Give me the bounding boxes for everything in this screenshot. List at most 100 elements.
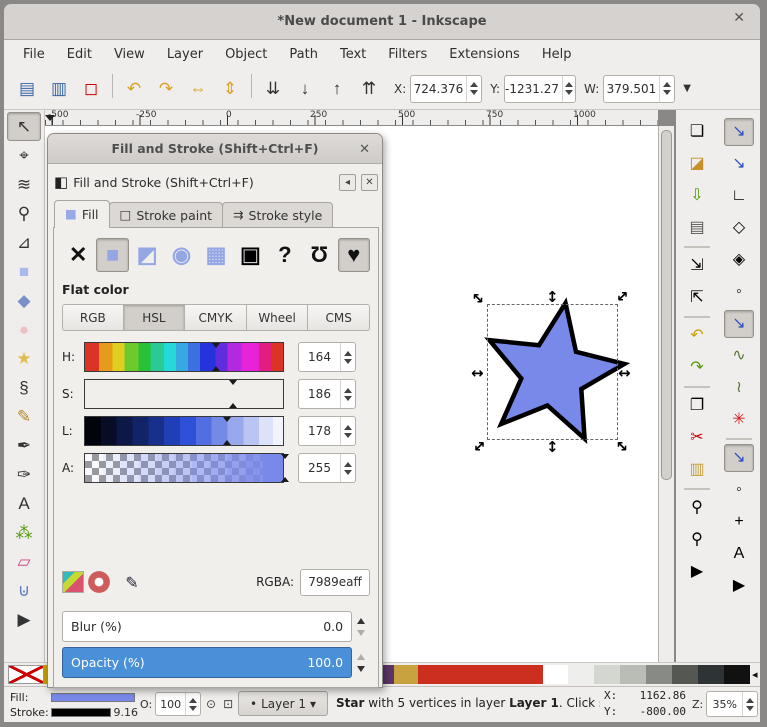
mode-hsl-button[interactable]: HSL <box>124 304 186 331</box>
slider-marker[interactable] <box>229 403 237 408</box>
toolbox-overflow[interactable]: ▶ <box>7 605 41 634</box>
pencil-tool[interactable]: ✎ <box>7 402 41 431</box>
eyedropper-icon[interactable]: ✐ <box>123 575 139 588</box>
tab-fill[interactable]: ■ Fill <box>54 200 110 228</box>
palette-swatch[interactable] <box>724 665 750 684</box>
spinner-arrows[interactable] <box>562 76 575 102</box>
menu-text[interactable]: Text <box>329 43 377 66</box>
slider-spinbox[interactable]: 186 <box>298 379 356 409</box>
node-tool[interactable]: ⌖ <box>7 141 41 170</box>
eraser-tool[interactable]: ▱ <box>7 547 41 576</box>
star-tool[interactable]: ★ <box>7 344 41 373</box>
spinner-arrows[interactable] <box>466 76 481 102</box>
rotate-cw-button[interactable]: ↷ <box>151 74 181 104</box>
snap-bbox-corners-toggle[interactable]: ◇ <box>724 214 754 242</box>
slider-marker[interactable] <box>281 454 289 459</box>
paint-bucket-tool[interactable]: ⊍ <box>7 576 41 605</box>
zoom-tool[interactable]: ⚲ <box>7 199 41 228</box>
raise-step-button[interactable]: ↑ <box>322 74 352 104</box>
snap-enable-toggle[interactable]: ↘ <box>724 118 754 146</box>
copy-button[interactable]: ❐ <box>682 392 712 420</box>
palette-swatch[interactable] <box>698 665 724 684</box>
cut-button[interactable]: ✂ <box>682 424 712 452</box>
color-slider-track[interactable] <box>84 342 284 372</box>
paint-none-button[interactable]: ✕ <box>62 238 94 272</box>
paint-linear-gradient-button[interactable]: ◩ <box>131 238 163 272</box>
color-slider-track[interactable] <box>84 453 284 483</box>
dock-prev-button[interactable]: ◂ <box>339 174 356 191</box>
palette-swatch[interactable] <box>620 665 646 684</box>
deselect-button[interactable]: ◻ <box>76 74 106 104</box>
spin-input[interactable]: 379.501 <box>603 75 675 103</box>
mode-rgb-button[interactable]: RGB <box>62 304 124 331</box>
mode-cmyk-button[interactable]: CMYK <box>185 304 247 331</box>
paint-flat-button[interactable]: ■ <box>96 238 128 272</box>
menu-path[interactable]: Path <box>278 43 329 66</box>
lower-to-bottom-button[interactable]: ⇊ <box>258 74 288 104</box>
calligraphy-tool[interactable]: ✑ <box>7 460 41 489</box>
snap-text-baseline-toggle[interactable]: A <box>724 540 754 568</box>
spinner-arrows[interactable] <box>340 417 355 445</box>
dialog-titlebar[interactable]: Fill and Stroke (Shift+Ctrl+F) <box>48 134 382 164</box>
flip-vertical-button[interactable]: ⇕ <box>215 74 245 104</box>
slider-marker[interactable] <box>212 343 220 348</box>
rgba-input[interactable]: 7989eaff <box>300 569 370 596</box>
palette-swatch[interactable] <box>568 665 594 684</box>
fill-color-swatch[interactable] <box>51 693 135 702</box>
toolbar-overflow-icon[interactable]: ▼ <box>683 83 691 94</box>
snap-smooth-nodes-toggle[interactable]: ≀ <box>724 374 754 402</box>
paste-button[interactable]: ▥ <box>682 456 712 484</box>
spinner-arrows[interactable] <box>659 76 674 102</box>
slider-marker[interactable] <box>229 380 237 385</box>
measure-tool[interactable]: ⊿ <box>7 228 41 257</box>
spinner-arrows[interactable] <box>352 654 370 672</box>
color-slider-track[interactable] <box>84 416 284 446</box>
snap-cusp-nodes-toggle[interactable]: ↘ <box>724 444 754 472</box>
palette-swatch[interactable] <box>543 665 568 684</box>
spinner-arrows[interactable] <box>352 618 370 636</box>
box3d-tool[interactable]: ◆ <box>7 286 41 315</box>
scale-handle-e[interactable]: ↔ <box>618 364 631 382</box>
spin-input[interactable]: 724.376 <box>410 75 482 103</box>
rotate-ccw-button[interactable]: ↶ <box>119 74 149 104</box>
color-slider-track[interactable] <box>84 379 284 409</box>
palette-swatch[interactable] <box>672 665 698 684</box>
snap-bbox-edge-midpoints-toggle[interactable]: ◈ <box>724 246 754 274</box>
menu-file[interactable]: File <box>12 43 56 66</box>
scale-handle-n[interactable]: ↕ <box>546 288 559 306</box>
paint-radial-gradient-button[interactable]: ◉ <box>165 238 197 272</box>
slider-marker[interactable] <box>212 366 220 371</box>
horizontal-ruler[interactable]: -500-25002505007501000 <box>45 110 658 126</box>
slider-marker[interactable] <box>223 440 231 445</box>
blur-slider[interactable]: Blur (%) 0.0 <box>62 611 352 642</box>
menu-help[interactable]: Help <box>531 43 583 66</box>
snap-paths-toggle[interactable]: ∿ <box>724 342 754 370</box>
spray-tool[interactable]: ⁂ <box>7 518 41 547</box>
out-of-gamut-icon[interactable] <box>88 571 110 593</box>
tab-stroke-style[interactable]: ⇉ Stroke style <box>222 202 333 228</box>
zoom-drawing-button[interactable]: ⚲ <box>682 526 712 554</box>
slider-marker[interactable] <box>281 477 289 482</box>
window-titlebar[interactable]: *New document 1 - Inkscape <box>4 4 760 40</box>
scale-handle-s[interactable]: ↕ <box>546 438 559 456</box>
selector-tool[interactable]: ↖ <box>7 112 41 141</box>
zoom-selection-button[interactable]: ⚲ <box>682 494 712 522</box>
tweak-tool[interactable]: ≋ <box>7 170 41 199</box>
stroke-color-swatch[interactable] <box>51 708 111 717</box>
fill-rule-evenodd-button[interactable]: Ʊ <box>303 238 335 272</box>
menu-view[interactable]: View <box>103 43 156 66</box>
snap-midpoints-toggle[interactable]: ◦ <box>724 476 754 504</box>
import-button[interactable]: ⇲ <box>682 252 712 280</box>
mode-wheel-button[interactable]: Wheel <box>247 304 309 331</box>
menu-extensions[interactable]: Extensions <box>438 43 531 66</box>
paint-swatch-button[interactable]: ▣ <box>234 238 266 272</box>
vertical-scrollbar[interactable] <box>658 126 674 662</box>
print-button[interactable]: ▤ <box>682 214 712 242</box>
select-all-button[interactable]: ▤ <box>12 74 42 104</box>
mode-cms-button[interactable]: CMS <box>308 304 370 331</box>
new-document-button[interactable]: ❏ <box>682 118 712 146</box>
layer-visibility-icon[interactable]: ⊙ <box>206 697 216 711</box>
slider-marker[interactable] <box>223 417 231 422</box>
palette-swatch[interactable] <box>646 665 672 684</box>
fill-stroke-indicator[interactable]: Fill: Stroke: 9.16 <box>10 690 138 720</box>
